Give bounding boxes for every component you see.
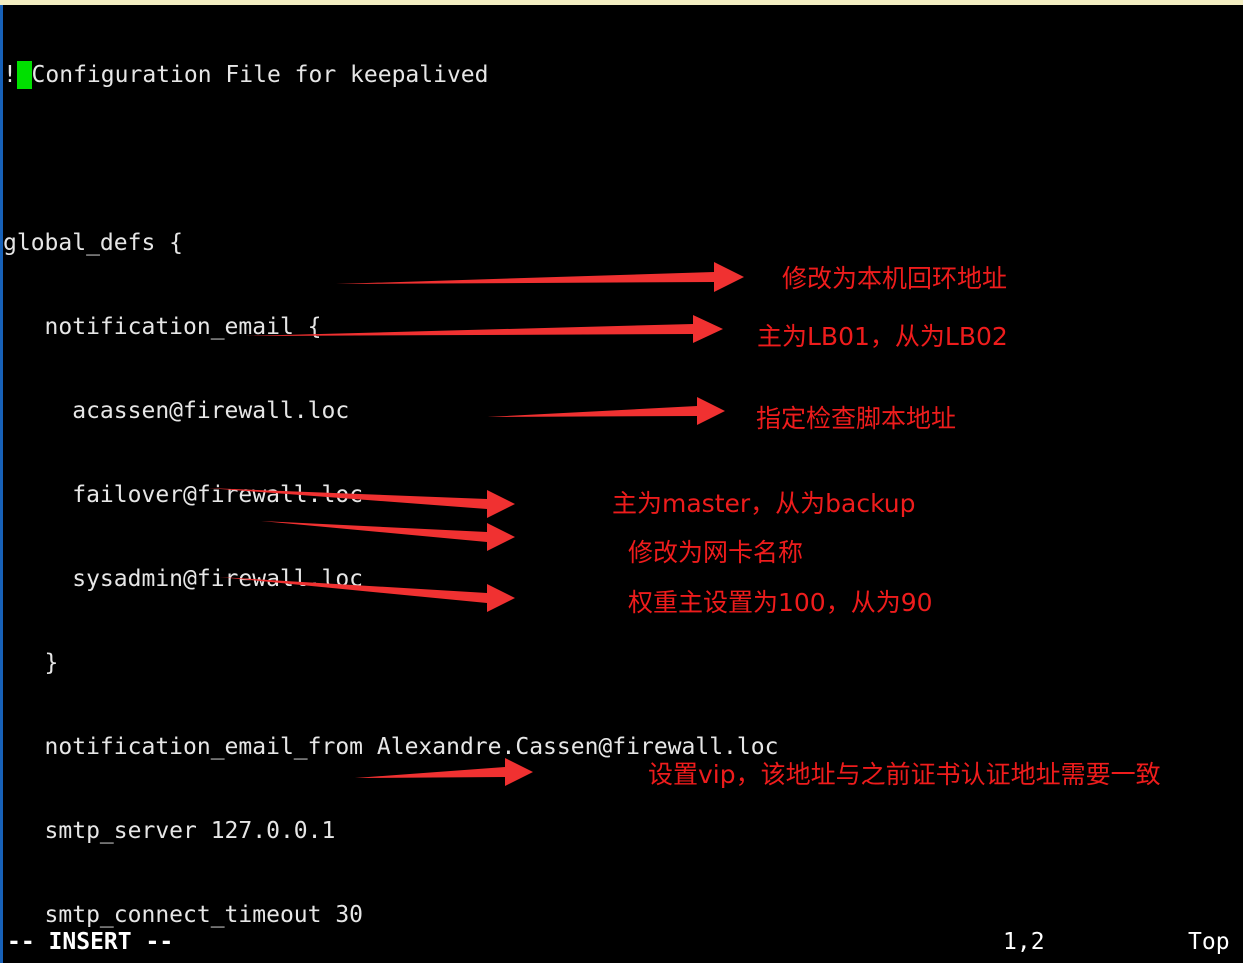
vim-text-buffer[interactable]: ! Configuration File for keepalived glob… xyxy=(3,5,1243,928)
code-line: acassen@firewall.loc xyxy=(3,398,350,424)
code-line: smtp_server 127.0.0.1 xyxy=(3,818,336,844)
text-cursor xyxy=(16,61,32,89)
code-line: sysadmin@firewall.loc xyxy=(3,566,364,592)
comment-bang: ! xyxy=(3,62,17,88)
code-line: smtp_connect_timeout 30 xyxy=(3,902,364,928)
code-line: failover@firewall.loc xyxy=(3,482,364,508)
code-line: } xyxy=(3,650,59,676)
code-line: global_defs { xyxy=(3,230,184,256)
code-line: notification_email { xyxy=(3,314,322,340)
terminal-window: ! Configuration File for keepalived glob… xyxy=(0,0,1243,963)
status-scroll-indicator: Top xyxy=(1188,929,1230,955)
vim-statusline: -- INSERT -- 1,2 Top xyxy=(3,927,1243,957)
code-line: notification_email_from Alexandre.Cassen… xyxy=(3,734,779,760)
status-cursor-position: 1,2 xyxy=(1003,929,1045,955)
code-line-title: ! Configuration File for keepalived xyxy=(3,61,1243,89)
status-mode-indicator: -- INSERT -- xyxy=(7,929,174,955)
title-text: Configuration File for keepalived xyxy=(31,62,489,88)
